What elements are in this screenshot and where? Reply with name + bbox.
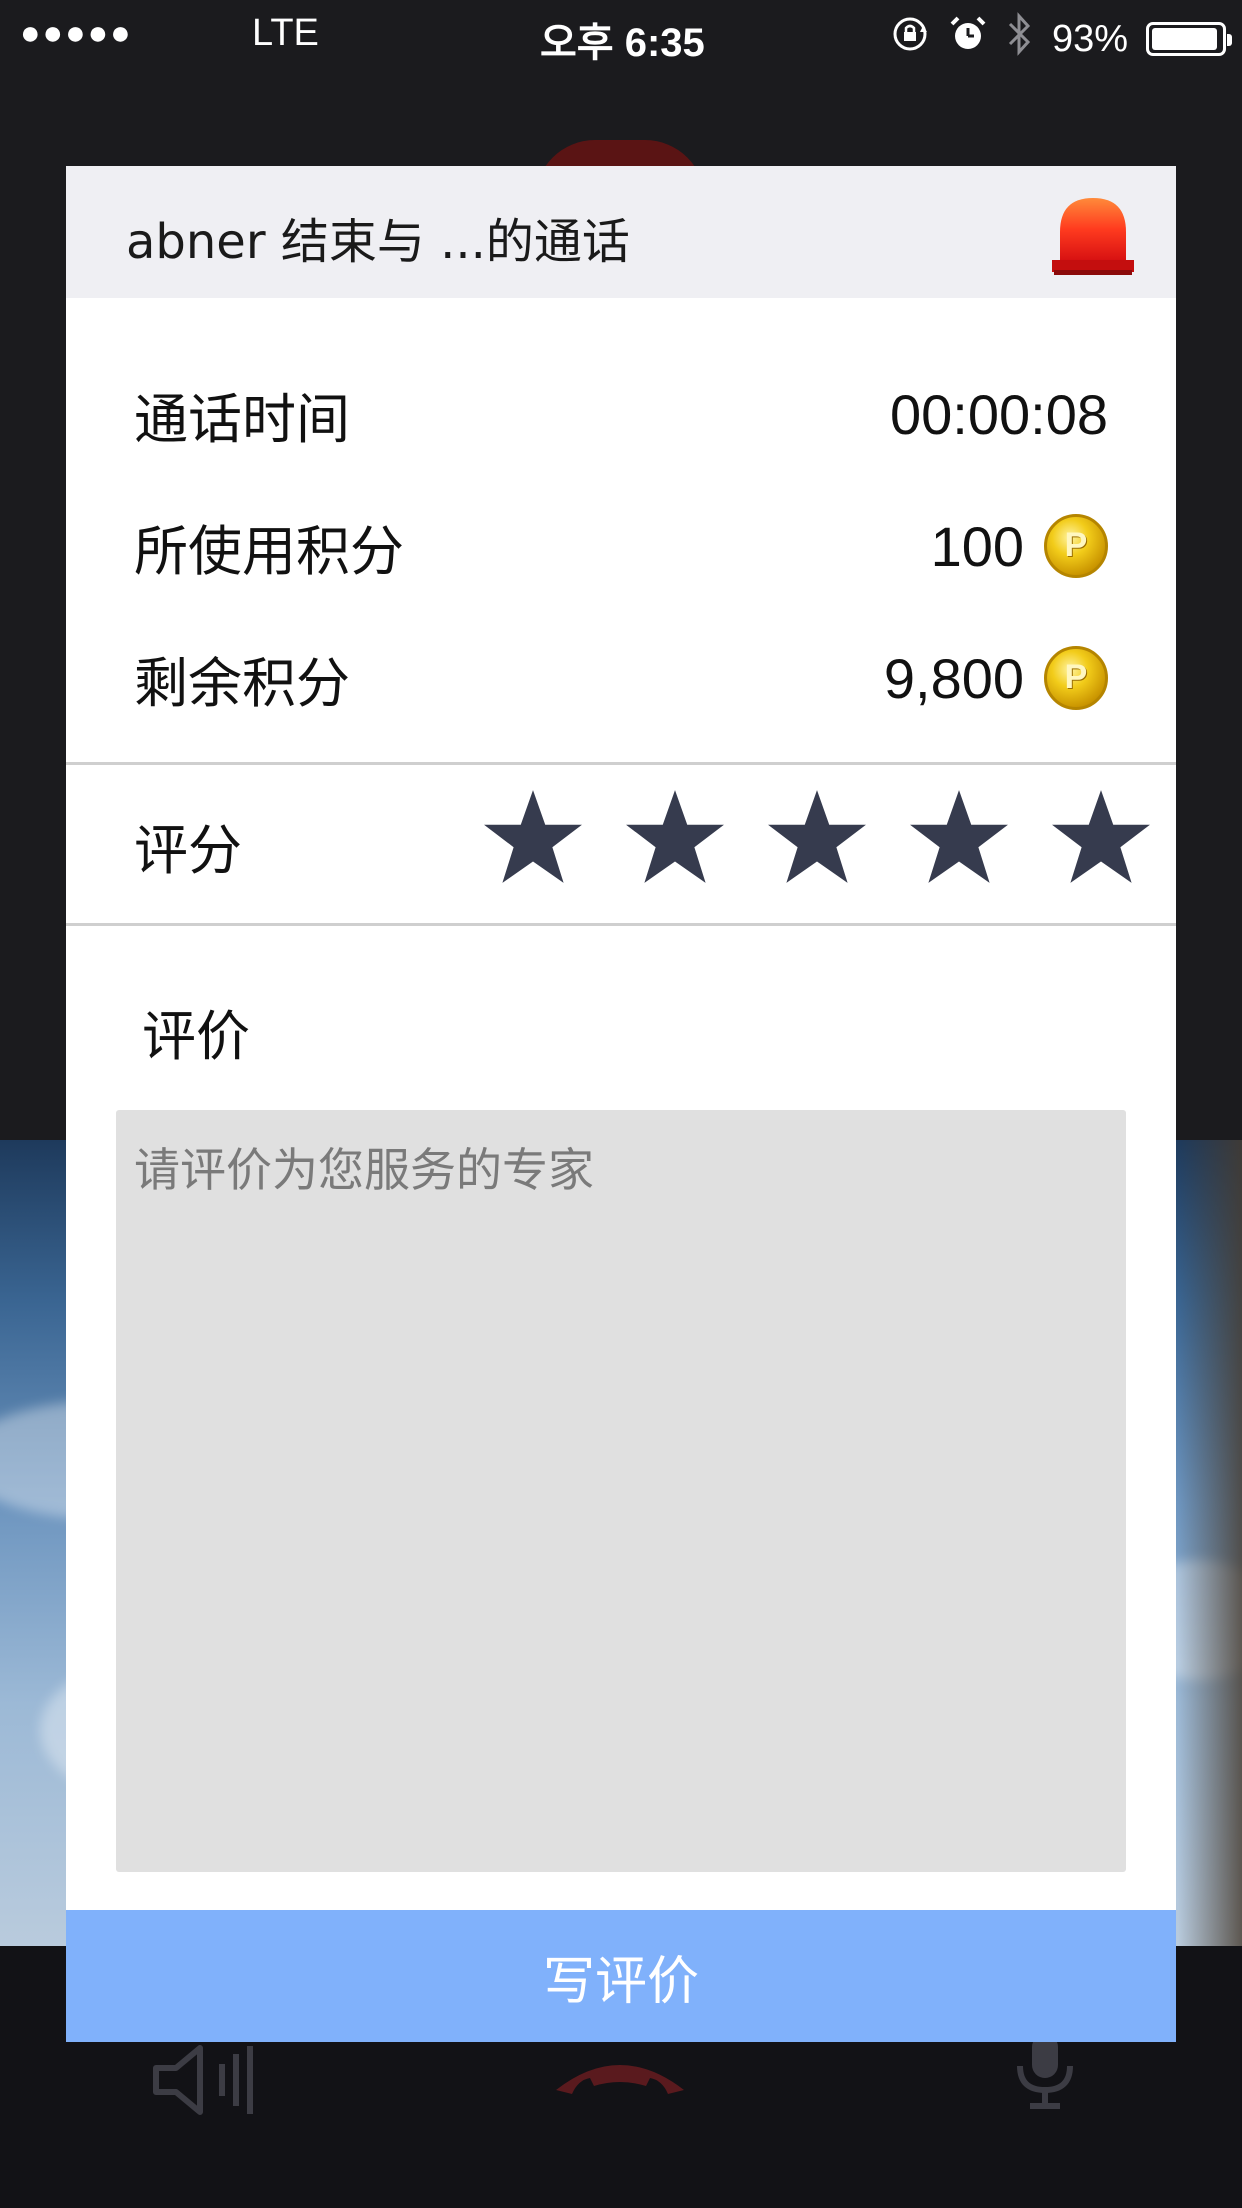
call-duration-label: 通话时间 — [134, 387, 350, 451]
signal-strength-icon: ●●●●● — [20, 14, 133, 52]
call-duration-row: 通话时间 00:00:08 — [134, 379, 1108, 451]
points-remaining-value: 9,800 — [883, 646, 1024, 710]
points-used-value: 100 — [930, 514, 1024, 578]
review-input[interactable] — [116, 1110, 1126, 1872]
dialog-header: abner 结束与 ...的通话 — [66, 166, 1176, 298]
points-remaining-row: 剩余积分 9,800 P — [134, 643, 1108, 715]
star-3-icon[interactable] — [766, 788, 868, 886]
rating-row: 评分 — [134, 788, 1150, 898]
speaker-icon[interactable] — [150, 2040, 260, 2124]
points-remaining-label: 剩余积分 — [134, 651, 350, 715]
call-duration-value-wrap: 00:00:08 — [890, 382, 1108, 447]
call-summary-dialog: abner 结束与 ...的通话 通话时间 00:00:08 所使用积分 100… — [66, 166, 1176, 2042]
star-2-icon[interactable] — [624, 788, 726, 886]
microphone-icon[interactable] — [1010, 2030, 1080, 2114]
write-review-button[interactable]: 写评价 — [66, 1910, 1176, 2042]
call-duration-value: 00:00:08 — [890, 382, 1108, 446]
coin-icon: P — [1044, 646, 1108, 710]
carrier-label: LTE — [252, 12, 319, 54]
dialog-title: abner 结束与 ...的通话 — [126, 214, 630, 270]
star-5-icon[interactable] — [1050, 788, 1152, 886]
star-rating — [482, 788, 1152, 886]
status-bar: ●●●●● LTE 오후 6:35 93% — [0, 0, 1242, 66]
points-used-value-wrap: 100 P — [931, 514, 1108, 579]
coin-letter: P — [1064, 658, 1088, 696]
star-4-icon[interactable] — [908, 788, 1010, 886]
battery-percentage: 93% — [1052, 17, 1129, 60]
star-1-icon[interactable] — [482, 788, 584, 886]
divider — [66, 762, 1176, 765]
rotation-lock-icon — [890, 14, 930, 64]
points-used-row: 所使用积分 100 P — [134, 511, 1108, 583]
review-label: 评价 — [142, 1005, 250, 1068]
points-remaining-value-wrap: 9,800 P — [884, 646, 1108, 711]
eiffel-tower-edge — [1178, 1140, 1242, 1946]
red-siren-icon[interactable] — [1052, 192, 1134, 276]
rating-label: 评分 — [134, 819, 242, 882]
points-used-label: 所使用积分 — [134, 519, 404, 583]
hangup-phone-icon[interactable] — [550, 2050, 690, 2104]
bluetooth-icon — [1006, 12, 1034, 66]
status-time: 오후 6:35 — [540, 21, 705, 65]
coin-letter: P — [1064, 526, 1088, 564]
coin-icon: P — [1044, 514, 1108, 578]
divider — [66, 923, 1176, 926]
alarm-clock-icon — [948, 14, 988, 64]
battery-icon — [1146, 22, 1233, 56]
